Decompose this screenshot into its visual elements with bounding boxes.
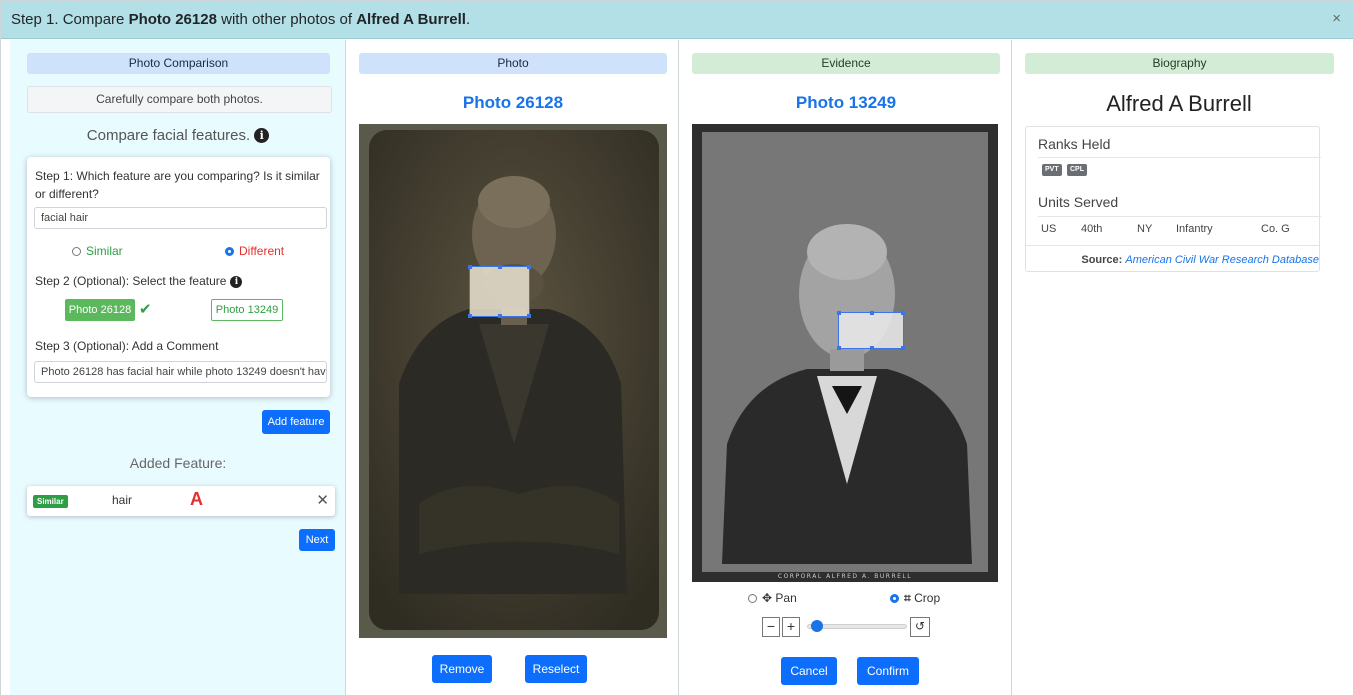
ranks-title: Ranks Held <box>1038 136 1111 152</box>
crop-icon: ⌗ <box>904 591 911 605</box>
bio-name: Alfred A Burrell <box>1106 91 1252 116</box>
source-link[interactable]: American Civil War Research Database <box>1125 254 1319 266</box>
modal-title: Step 1. Compare Photo 26128 with other p… <box>11 11 470 28</box>
units-title: Units Served <box>1038 194 1119 210</box>
similar-radio-dot[interactable] <box>72 247 81 256</box>
bio-card: Ranks Held PVT CPL Units Served US 40th … <box>1025 126 1321 272</box>
photo-13249-selection[interactable] <box>837 311 905 350</box>
step2-label: Step 2 (Optional): Select the feature i <box>35 274 243 288</box>
biography-panel: Biography Alfred A Burrell Ranks Held PV… <box>1013 40 1353 695</box>
cancel-button[interactable]: Cancel <box>781 657 837 685</box>
info-icon[interactable]: i <box>254 128 270 143</box>
pan-icon: ✥ <box>762 591 773 605</box>
source-line: Source: American Civil War Research Data… <box>1081 254 1319 266</box>
photo-b-button[interactable]: Photo 13249 <box>211 299 283 321</box>
zoom-out-button[interactable]: − <box>762 617 780 637</box>
rank-badge-cpl: CPL <box>1067 164 1087 176</box>
step2-info-icon[interactable]: i <box>230 276 243 288</box>
unit-company: Co. G <box>1261 223 1290 235</box>
similar-label: Similar <box>86 244 123 258</box>
photo-a-button[interactable]: Photo 26128 <box>65 299 135 321</box>
evidence-header: Evidence <box>692 53 1000 74</box>
added-feature-title: Added Feature: <box>129 455 227 471</box>
title-photo-ref: Photo 26128 <box>128 11 217 28</box>
similar-badge: Similar <box>33 495 68 508</box>
checkmark-icon: ✔ <box>139 301 152 318</box>
photo-13249-graphic: CORPORAL ALFRED A. BURRELL <box>692 124 998 582</box>
different-label: Different <box>239 244 285 258</box>
source-label: Source: <box>1081 254 1123 266</box>
modal-header: Step 1. Compare Photo 26128 with other p… <box>1 1 1353 39</box>
remove-button[interactable]: Remove <box>432 655 492 683</box>
different-radio-dot[interactable] <box>225 247 234 256</box>
step1-question: Step 1: Which feature are you comparing?… <box>35 169 320 201</box>
evidence-panel: Evidence Photo 13249 CORPORAL ALFRED A. … <box>680 40 1012 695</box>
unit-state: NY <box>1137 223 1153 235</box>
step3-label: Step 3 (Optional): Add a Comment <box>35 339 219 353</box>
biography-header: Biography <box>1025 53 1334 74</box>
step2-label-text: Step 2 (Optional): Select the feature <box>35 274 227 288</box>
units-divider <box>1038 216 1321 217</box>
instruction-note: Carefully compare both photos. <box>27 86 332 113</box>
ranks-divider <box>1038 157 1321 158</box>
zoom-slider-handle[interactable] <box>811 620 824 632</box>
added-feature-item: Similar hair A ✕ <box>27 486 335 516</box>
similar-radio[interactable]: Similar <box>72 244 123 258</box>
remove-feature-icon[interactable]: ✕ <box>316 491 329 509</box>
compare-photos-modal: Step 1. Compare Photo 26128 with other p… <box>0 0 1354 696</box>
comparison-panel: Photo Comparison Carefully compare both … <box>10 40 346 695</box>
crop-radio[interactable]: ⌗ Crop <box>890 591 940 606</box>
evidence-caption: CORPORAL ALFRED A. BURRELL <box>778 573 912 580</box>
compare-title-text: Compare facial features. <box>86 127 251 144</box>
different-radio[interactable]: Different <box>225 244 284 258</box>
comparison-header: Photo Comparison <box>27 53 330 74</box>
pan-radio-dot[interactable] <box>748 594 757 603</box>
crop-radio-dot[interactable] <box>890 594 899 603</box>
feature-letter: A <box>190 489 203 509</box>
photo-26128-selection[interactable] <box>468 265 531 318</box>
zoom-in-button[interactable]: + <box>782 617 800 637</box>
pan-label: Pan <box>775 591 797 605</box>
next-button[interactable]: Next <box>299 529 335 551</box>
feature-name: hair <box>112 493 133 507</box>
feature-input[interactable]: facial hair <box>34 207 327 229</box>
compare-title: Compare facial features. i <box>10 127 346 144</box>
evidence-photo-title: Photo 13249 <box>795 93 897 112</box>
pan-radio[interactable]: ✥ Pan <box>748 591 797 605</box>
photo-header: Photo <box>359 53 667 74</box>
title-prefix: Step 1. Compare <box>11 11 129 28</box>
unit-branch: Infantry <box>1176 223 1213 235</box>
rank-badge-pvt: PVT <box>1042 164 1062 176</box>
photo-13249-image[interactable]: CORPORAL ALFRED A. BURRELL <box>692 124 998 582</box>
title-person: Alfred A Burrell <box>356 11 466 28</box>
confirm-button[interactable]: Confirm <box>857 657 919 685</box>
reselect-button[interactable]: Reselect <box>525 655 587 683</box>
crop-label: Crop <box>914 591 941 605</box>
feature-form-card: Step 1: Which feature are you comparing?… <box>27 157 330 397</box>
unit-regiment: 40th <box>1081 223 1103 235</box>
close-icon[interactable]: × <box>1332 10 1341 27</box>
title-mid: with other photos of <box>216 11 357 28</box>
photo-26128-graphic <box>359 124 667 638</box>
photo-title: Photo 26128 <box>462 93 564 112</box>
title-end: . <box>465 11 471 28</box>
reset-rotation-icon[interactable]: ↺ <box>910 617 930 637</box>
photo-panel: Photo Photo 26128 Remove Reselect <box>347 40 679 695</box>
photo-26128-image[interactable] <box>359 124 667 638</box>
source-divider <box>1026 245 1319 246</box>
comment-input[interactable]: Photo 26128 has facial hair while photo … <box>34 361 327 383</box>
add-feature-button[interactable]: Add feature <box>262 410 330 434</box>
unit-country: US <box>1041 223 1057 235</box>
